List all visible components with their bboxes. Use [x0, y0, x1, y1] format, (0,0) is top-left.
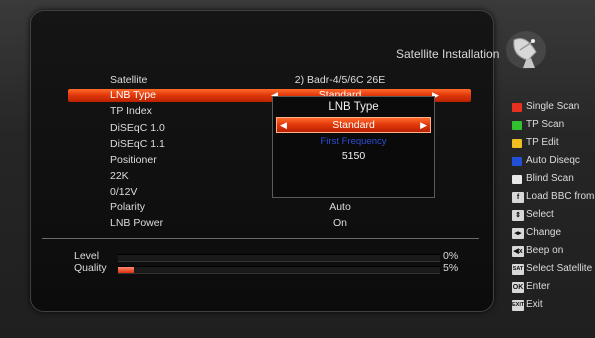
setting-row-satellite[interactable]: Satellite 2) Badr-4/5/6C 26E [110, 74, 410, 88]
popup-selector[interactable]: ◀ Standard ▶ [276, 117, 431, 133]
sat-key-icon: SAT [512, 264, 524, 275]
legend-label: Select [526, 209, 554, 220]
setting-label: TP Index [110, 105, 152, 117]
legend-label: Enter [526, 281, 550, 292]
white-key-icon [512, 175, 522, 184]
level-percent: 0% [443, 250, 459, 262]
quality-label: Quality [74, 262, 107, 274]
setting-label: DiSEqC 1.0 [110, 122, 165, 134]
satellite-dish-icon [506, 31, 546, 69]
legend-label: Change [526, 227, 562, 238]
popup-title: LNB Type [328, 101, 379, 113]
right-arrow-icon[interactable]: ▶ [420, 118, 427, 132]
setting-label: 22K [110, 170, 129, 182]
level-label: Level [74, 250, 100, 262]
legend-label: TP Scan [526, 119, 565, 130]
red-key-icon [512, 103, 522, 112]
quality-meter [118, 266, 440, 274]
setting-value: On [332, 217, 348, 229]
up-down-key-icon: ⇕ [512, 210, 524, 221]
lnb-type-popup[interactable]: LNB Type ◀ Standard ▶ First Frequency 51… [272, 96, 435, 198]
yellow-key-icon [512, 139, 522, 148]
quality-percent: 5% [443, 262, 459, 274]
legend-label: TP Edit [526, 137, 559, 148]
setting-label: LNB Power [110, 217, 164, 229]
legend-label: Select Satellite [526, 263, 593, 274]
divider [42, 238, 479, 239]
f-key-icon: f [512, 192, 524, 203]
setting-label: Positioner [110, 154, 157, 166]
setting-label: LNB Type [110, 89, 156, 101]
legend-label: Auto Diseqc [526, 155, 580, 166]
setting-label: Satellite [110, 74, 148, 86]
mute-key-icon: ◀x [512, 246, 524, 257]
setting-row-lnb-power[interactable]: LNB Power On [110, 217, 410, 231]
popup-selected-value: Standard [332, 119, 375, 131]
level-meter [118, 254, 440, 262]
popup-subtitle: First Frequency [320, 136, 387, 147]
legend-label: Exit [526, 299, 543, 310]
setting-label: DiSEqC 1.1 [110, 138, 165, 150]
legend-label: Load BBC from [526, 191, 595, 202]
setting-label: Polarity [110, 201, 146, 213]
quality-meter-fill [118, 267, 135, 273]
exit-key-icon: EXIT [512, 300, 524, 311]
setting-value: 2) Badr-4/5/6C 26E [294, 74, 386, 86]
blue-key-icon [512, 157, 522, 166]
ok-key-icon: OK [512, 282, 524, 293]
left-right-key-icon: ◂▸ [512, 228, 524, 239]
legend-label: Beep on [526, 245, 564, 256]
legend-label: Single Scan [526, 101, 580, 112]
page-title: Satellite Installation [396, 47, 500, 61]
setting-row-polarity[interactable]: Polarity Auto [110, 201, 410, 215]
legend-label: Blind Scan [526, 173, 574, 184]
setting-value: Auto [329, 201, 351, 213]
frequency-value: 5150 [341, 150, 366, 162]
green-key-icon [512, 121, 522, 130]
setting-label: 0/12V [110, 186, 138, 198]
